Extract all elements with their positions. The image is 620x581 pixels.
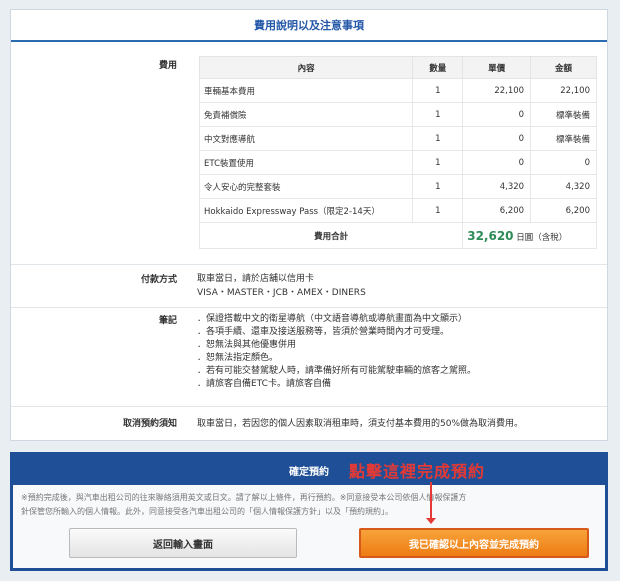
- note-item: ．請旅客自備ETC卡。請旅客自備: [197, 379, 331, 389]
- confirm-notice: ※預約完成後，與汽車出租公司的往來聯絡須用英文或日文。請了解以上條件，再行預約。…: [13, 485, 605, 525]
- notes-label: 筆記: [158, 316, 177, 326]
- divider: [11, 264, 607, 265]
- annotation-text: 點擊這裡完成預約: [349, 462, 486, 481]
- item-name: 中文對應導航: [198, 126, 414, 151]
- item-amount: 22,100: [530, 78, 597, 103]
- item-name: 車輛基本費用: [198, 78, 414, 103]
- item-name: ETC裝置使用: [198, 150, 414, 175]
- col-header-qty: 數量: [412, 56, 464, 79]
- item-unit-price: 0: [462, 150, 532, 175]
- table-row: 中文對應導航 1 0 標準裝備: [198, 126, 597, 151]
- total-amount: 32,620: [467, 228, 514, 243]
- back-button[interactable]: 返回輸入畫面: [69, 528, 297, 558]
- payment-row: 付款方式 取車當日，請於店舖以信用卡 VISA・MASTER・JCB・AMEX・…: [11, 272, 607, 300]
- annotation-arrow: [426, 482, 436, 524]
- item-name: 令人安心的完整套裝: [198, 174, 414, 199]
- confirm-reservation-button[interactable]: 我已確認以上內容並完成預約: [359, 528, 589, 558]
- divider: [11, 406, 607, 407]
- total-cell: 32,620 日圓（含稅）: [462, 222, 597, 249]
- item-unit-price: 4,320: [462, 174, 532, 199]
- table-row: 車輛基本費用 1 22,100 22,100: [198, 78, 597, 103]
- payment-line-2: VISA・MASTER・JCB・AMEX・DINERS: [197, 288, 366, 298]
- note-item: ．保證搭載中文的衛星導航（中文語音導航或導航畫面為中文顯示）: [197, 314, 468, 324]
- item-unit-price: 6,200: [462, 198, 532, 223]
- col-header-amount: 金額: [530, 56, 597, 79]
- item-amount: 標準裝備: [530, 126, 597, 151]
- total-label: 費用合計: [198, 222, 464, 249]
- table-row: 免責補償險 1 0 標準裝備: [198, 102, 597, 127]
- table-row: 令人安心的完整套裝 1 4,320 4,320: [198, 174, 597, 199]
- button-row: 返回輸入畫面 我已確認以上內容並完成預約: [13, 528, 605, 558]
- col-header-unit-price: 單價: [462, 56, 532, 79]
- item-amount: 6,200: [530, 198, 597, 223]
- confirm-title: 確定預約: [289, 466, 329, 478]
- item-unit-price: 22,100: [462, 78, 532, 103]
- notice-line-2: 針保管您所輸入的個人情報。此外，同意接受各汽車出租公司的「個人情報保護方針」以及…: [21, 507, 393, 516]
- payment-line-1: 取車當日，請於店舖以信用卡: [197, 274, 315, 284]
- table-row: ETC裝置使用 1 0 0: [198, 150, 597, 175]
- fee-label: 費用: [158, 61, 177, 71]
- item-qty: 1: [412, 174, 464, 199]
- item-amount: 標準裝備: [530, 102, 597, 127]
- item-name: Hokkaido Expressway Pass（限定2-14天）: [198, 198, 414, 223]
- divider: [11, 307, 607, 308]
- item-qty: 1: [412, 78, 464, 103]
- table-row: Hokkaido Expressway Pass（限定2-14天） 1 6,20…: [198, 198, 597, 223]
- item-qty: 1: [412, 126, 464, 151]
- fee-row: 費用 內容 數量 單價 金額 車輛基本費用 1 22,100 22,100 免責…: [11, 56, 607, 249]
- item-unit-price: 0: [462, 102, 532, 127]
- item-amount: 0: [530, 150, 597, 175]
- note-item: ．各項手續、還車及接送服務等，皆須於營業時間內才可受理。: [197, 327, 450, 337]
- note-item: ．恕無法指定顏色。: [197, 353, 279, 363]
- note-item: ．恕無法與其他優惠併用: [197, 340, 297, 350]
- cancel-row: 取消預約須知 取車當日，若因您的個人因素取消租車時，須支付基本費用的50%做為取…: [11, 416, 607, 429]
- notice-line-1: ※預約完成後，與汽車出租公司的往來聯絡須用英文或日文。請了解以上條件，再行預約。…: [21, 493, 467, 502]
- item-unit-price: 0: [462, 126, 532, 151]
- confirm-panel: 確定預約 點擊這裡完成預約 ※預約完成後，與汽車出租公司的往來聯絡須用英文或日文…: [10, 452, 608, 571]
- item-amount: 4,320: [530, 174, 597, 199]
- item-qty: 1: [412, 198, 464, 223]
- item-qty: 1: [412, 150, 464, 175]
- item-qty: 1: [412, 102, 464, 127]
- notes-row: 筆記 ．保證搭載中文的衛星導航（中文語音導航或導航畫面為中文顯示） ．各項手續、…: [11, 313, 607, 391]
- total-unit: 日圓（含稅）: [516, 232, 568, 243]
- fee-table: 內容 數量 單價 金額 車輛基本費用 1 22,100 22,100 免責補償險: [198, 56, 597, 249]
- col-header-content: 內容: [198, 56, 414, 79]
- section-title: 費用說明以及注意事項: [254, 19, 364, 32]
- note-item: ．若有可能交替駕駛人時，請準備好所有可能駕駛車輛的旅客之駕照。: [197, 366, 477, 376]
- item-name: 免責補償險: [198, 102, 414, 127]
- cancel-label: 取消預約須知: [122, 419, 177, 429]
- payment-label: 付款方式: [140, 275, 177, 285]
- cancel-text: 取車當日，若因您的個人因素取消租車時，須支付基本費用的50%做為取消費用。: [197, 419, 524, 429]
- confirm-header: 確定預約 點擊這裡完成預約: [13, 455, 605, 485]
- total-row: 費用合計 32,620 日圓（含稅）: [198, 222, 597, 249]
- section-header: 費用說明以及注意事項: [11, 10, 607, 42]
- fee-notes-card: 費用說明以及注意事項 費用 內容 數量 單價 金額 車輛基本費用 1 22,10…: [10, 9, 608, 441]
